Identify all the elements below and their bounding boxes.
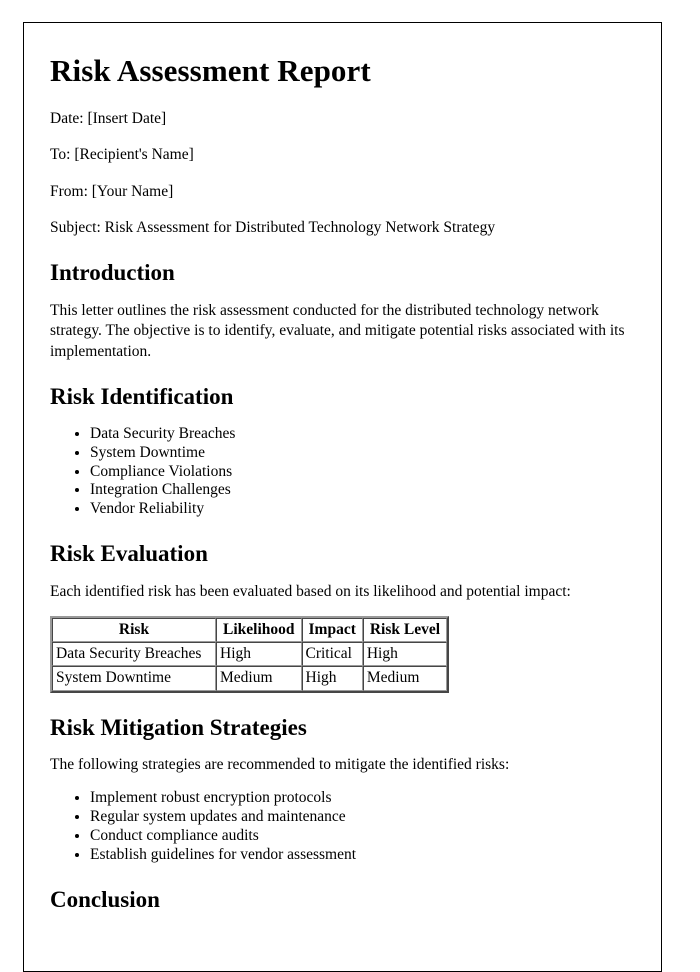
section-heading-introduction: Introduction (50, 260, 175, 286)
list-item: Implement robust encryption protocols (90, 789, 635, 808)
risk-identification-list: Data Security Breaches System Downtime C… (50, 425, 635, 520)
list-item: Establish guidelines for vendor assessme… (90, 846, 635, 865)
meta-to-line: To: [Recipient's Name] (50, 146, 194, 164)
document-content: Risk Assessment Report Date: [Insert Dat… (24, 23, 661, 913)
list-item: Data Security Breaches (90, 425, 635, 444)
table-cell-impact: High (301, 666, 363, 691)
table-cell-likelihood: Medium (216, 666, 302, 691)
table-row: System Downtime Medium High Medium (52, 666, 448, 691)
list-item: Integration Challenges (90, 481, 635, 500)
risk-evaluation-table: Risk Likelihood Impact Risk Level Data S… (50, 616, 450, 693)
meta-subject-line: Subject: Risk Assessment for Distributed… (50, 219, 496, 236)
table-cell-risk: System Downtime (52, 666, 216, 691)
risk-evaluation-paragraph: Each identified risk has been evaluated … (50, 582, 571, 600)
list-item: Vendor Reliability (90, 500, 635, 519)
table-header-risk: Risk (52, 618, 216, 643)
table-cell-risk: Data Security Breaches (52, 642, 216, 667)
list-item: Regular system updates and maintenance (90, 808, 635, 827)
table-cell-risk-level: High (362, 642, 448, 667)
introduction-paragraph: This letter outlines the risk assessment… (50, 301, 625, 360)
list-item: Conduct compliance audits (90, 827, 635, 846)
table-cell-risk-level: Medium (362, 666, 448, 691)
table-cell-impact: Critical (301, 642, 363, 667)
risk-mitigation-paragraph: The following strategies are recommended… (50, 755, 510, 773)
meta-date-line: Date: [Insert Date] (50, 109, 167, 127)
meta-from-line: From: [Your Name] (50, 182, 174, 200)
page-title: Risk Assessment Report (50, 53, 371, 88)
list-item: System Downtime (90, 444, 635, 463)
section-heading-risk-evaluation: Risk Evaluation (50, 541, 208, 567)
document-page: Risk Assessment Report Date: [Insert Dat… (23, 22, 662, 972)
section-heading-risk-identification: Risk Identification (50, 384, 234, 410)
table-header-risk-level: Risk Level (362, 618, 448, 643)
table-row: Data Security Breaches High Critical Hig… (52, 642, 448, 667)
risk-mitigation-list: Implement robust encryption protocols Re… (50, 789, 635, 865)
list-item: Compliance Violations (90, 463, 635, 482)
table-cell-likelihood: High (216, 642, 302, 667)
table-header-row: Risk Likelihood Impact Risk Level (52, 618, 448, 643)
table-header-likelihood: Likelihood (216, 618, 302, 643)
table-header-impact: Impact (301, 618, 363, 643)
section-heading-conclusion: Conclusion (50, 887, 160, 913)
section-heading-risk-mitigation: Risk Mitigation Strategies (50, 714, 307, 740)
